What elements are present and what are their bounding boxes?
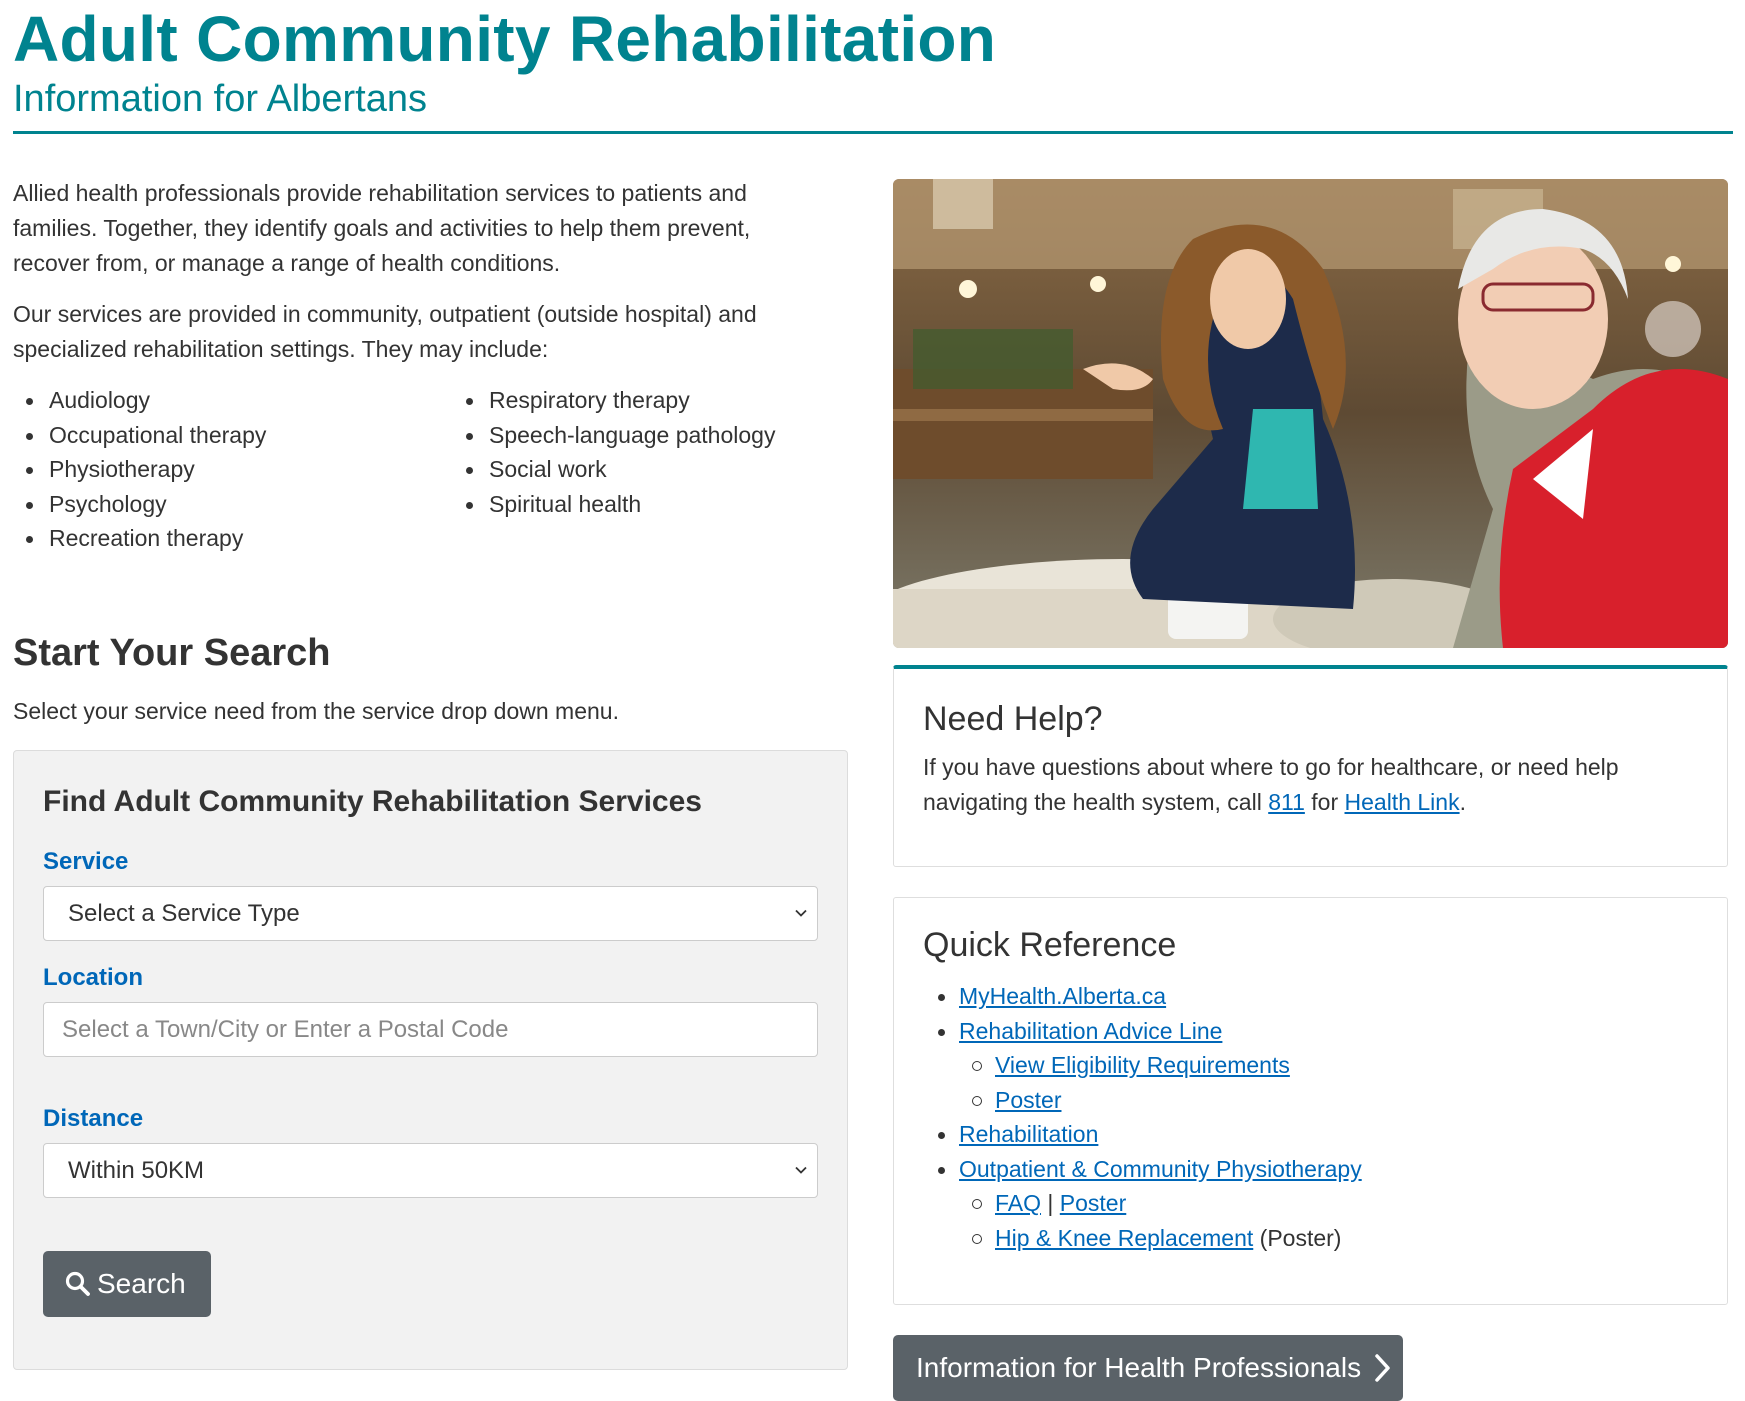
physio-poster-link[interactable]: Poster [1060,1190,1126,1216]
advice-line-sublist: View Eligibility Requirements Poster [959,1048,1698,1117]
need-help-title: Need Help? [923,700,1103,738]
hip-knee-suffix: (Poster) [1253,1224,1342,1251]
location-label: Location [43,964,143,991]
chevron-down-icon [795,909,807,917]
eligibility-link[interactable]: View Eligibility Requirements [995,1052,1290,1078]
service-label: Service [43,848,129,875]
services-list: Audiology Occupational therapy Physiothe… [13,383,833,556]
hip-knee-link[interactable]: Hip & Knee Replacement [995,1225,1253,1251]
location-input[interactable] [43,1002,818,1057]
list-item: View Eligibility Requirements [959,1048,1698,1083]
intro-section: Allied health professionals provide reha… [13,176,833,556]
page-subtitle: Information for Albertans [13,78,427,120]
physiotherapy-sublist: FAQ | Poster Hip & Knee Replacement (Pos… [959,1186,1698,1255]
hero-photo [893,179,1728,648]
list-item: MyHealth.Alberta.ca [923,979,1698,1014]
services-column-2: Respiratory therapy Speech-language path… [453,383,775,556]
distance-select[interactable]: Within 50KM [43,1143,818,1198]
distance-label: Distance [43,1105,144,1132]
service-select[interactable]: Select a Service Type [43,886,818,941]
list-item: Hip & Knee Replacement (Poster) [959,1221,1698,1256]
health-professionals-button[interactable]: Information for Health Professionals [893,1335,1403,1401]
page-title: Adult Community Rehabilitation [13,3,997,75]
list-item: FAQ | Poster [959,1186,1698,1221]
services-column-1: Audiology Occupational therapy Physiothe… [13,383,453,556]
advice-line-link[interactable]: Rehabilitation Advice Line [959,1018,1222,1044]
list-item: Rehabilitation Advice Line View Eligibil… [923,1014,1698,1118]
quick-reference-list: MyHealth.Alberta.ca Rehabilitation Advic… [923,979,1698,1255]
location-field-wrap [43,1002,818,1057]
service-item: Occupational therapy [13,418,453,453]
advice-poster-link[interactable]: Poster [995,1087,1061,1113]
service-item: Recreation therapy [13,521,453,556]
need-help-text: If you have questions about where to go … [923,750,1698,820]
hero-photo-illustration [893,179,1728,648]
need-help-panel: Need Help? If you have questions about w… [893,665,1728,867]
myhealth-link[interactable]: MyHealth.Alberta.ca [959,983,1166,1009]
call-811-link[interactable]: 811 [1268,789,1305,815]
chevron-down-icon [795,1166,807,1174]
service-item: Physiotherapy [13,452,453,487]
health-professionals-label: Information for Health Professionals [916,1352,1362,1383]
distance-select-value: Within 50KM [68,1157,205,1184]
rehabilitation-link[interactable]: Rehabilitation [959,1121,1098,1147]
quick-reference-panel: Quick Reference MyHealth.Alberta.ca Reha… [893,897,1728,1305]
quick-reference-title: Quick Reference [923,926,1177,964]
search-button[interactable]: Search [43,1251,211,1317]
page-header: Adult Community Rehabilitation Informati… [13,4,1733,121]
service-finder-form: Find Adult Community Rehabilitation Serv… [13,750,848,1370]
list-item: Rehabilitation [923,1117,1698,1152]
service-item: Respiratory therapy [453,383,775,418]
service-item: Social work [453,452,775,487]
separator: | [1041,1190,1060,1216]
finder-title: Find Adult Community Rehabilitation Serv… [43,785,702,818]
search-button-label: Search [97,1268,186,1299]
search-icon [65,1271,90,1296]
header-divider [13,131,1733,134]
service-item: Audiology [13,383,453,418]
search-heading: Start Your Search [13,632,331,674]
need-help-text-part: . [1459,789,1466,815]
search-description: Select your service need from the servic… [13,698,619,724]
list-item: Outpatient & Community Physiotherapy FAQ… [923,1152,1698,1256]
faq-link[interactable]: FAQ [995,1190,1041,1216]
service-item: Psychology [13,487,453,522]
health-link-link[interactable]: Health Link [1345,789,1460,815]
need-help-text-part: for [1304,789,1345,815]
physiotherapy-link[interactable]: Outpatient & Community Physiotherapy [959,1156,1362,1182]
list-item: Poster [959,1083,1698,1118]
service-item: Spiritual health [453,487,775,522]
chevron-right-icon [1375,1354,1390,1382]
intro-paragraph-2: Our services are provided in community, … [13,301,757,362]
intro-paragraph-1: Allied health professionals provide reha… [13,180,751,276]
service-item: Speech-language pathology [453,418,775,453]
service-select-value: Select a Service Type [68,900,300,927]
